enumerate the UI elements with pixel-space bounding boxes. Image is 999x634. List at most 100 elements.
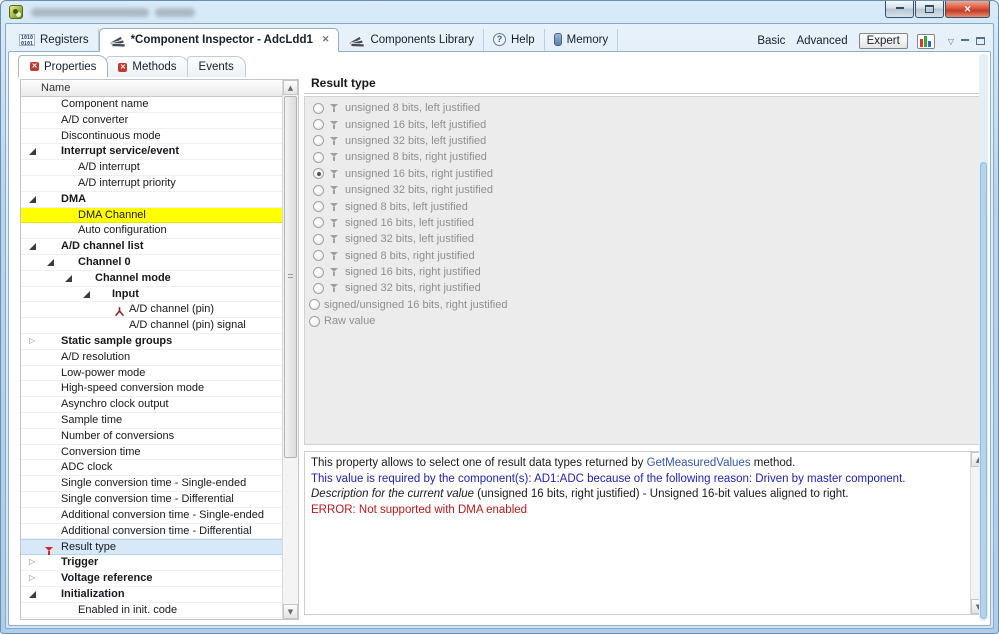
result-type-option[interactable]: Raw value	[305, 313, 986, 329]
tree-row-voltage-reference[interactable]: ▷ Voltage reference	[21, 570, 282, 587]
tree-row-sample-time[interactable]: Sample time	[21, 412, 282, 429]
tree-row-a-d-channel-pin-[interactable]: A/D channel (pin)	[21, 302, 282, 319]
result-type-option[interactable]: signed/unsigned 16 bits, right justified	[305, 297, 986, 313]
result-type-option[interactable]: signed 32 bits, right justified	[305, 280, 986, 296]
tree-row-single-conversion-time-single-ended[interactable]: Single conversion time - Single-ended	[21, 476, 282, 492]
tree-row-interrupt-service-event[interactable]: Interrupt service/event	[21, 144, 282, 161]
close-icon: ✕	[963, 3, 972, 14]
tree-row-low-power-mode[interactable]: Low-power mode	[21, 365, 282, 382]
tree-row-additional-conversion-time-single-ended[interactable]: Additional conversion time - Single-ende…	[21, 507, 282, 524]
method-link[interactable]: GetMeasuredValues	[647, 457, 751, 469]
tree-row-input[interactable]: Input	[21, 286, 282, 303]
radio-button[interactable]	[313, 168, 324, 180]
collapse-icon[interactable]	[29, 590, 36, 598]
scroll-up-icon[interactable]: ▲	[283, 80, 298, 95]
tree-row-dma-channel[interactable]: DMA Channel	[21, 207, 282, 224]
radio-button[interactable]	[313, 233, 324, 245]
view-tab--component-inspector-adcldd1[interactable]: *Component Inspector - AdcLdd1 ✕	[98, 28, 340, 52]
result-type-option[interactable]: signed 16 bits, right justified	[305, 264, 986, 280]
radio-button[interactable]	[313, 250, 324, 262]
radio-button[interactable]	[313, 102, 324, 114]
result-type-option[interactable]: unsigned 16 bits, left justified	[305, 116, 986, 132]
tree-row-channel-mode[interactable]: Channel mode	[21, 270, 282, 287]
radio-button[interactable]	[313, 282, 324, 294]
view-restore-icon[interactable]	[976, 37, 985, 45]
result-type-option[interactable]: unsigned 32 bits, right justified	[305, 182, 986, 198]
tree-row-a-d-channel-list[interactable]: A/D channel list	[21, 239, 282, 255]
tab-properties[interactable]: ✕ Properties	[18, 55, 109, 77]
tree-row-additional-conversion-time-differential[interactable]: Additional conversion time - Differentia…	[21, 523, 282, 540]
view-tab-memory[interactable]: Memory	[545, 29, 619, 51]
radio-button[interactable]	[313, 151, 324, 163]
collapse-icon[interactable]	[47, 258, 54, 266]
bar-chart-icon-button[interactable]	[916, 33, 935, 49]
tree-row-result-type[interactable]: Result type	[21, 539, 282, 556]
tree-row-single-conversion-time-differential[interactable]: Single conversion time - Differential	[21, 491, 282, 508]
result-type-option[interactable]: signed 32 bits, left justified	[305, 231, 986, 247]
result-type-option[interactable]: unsigned 8 bits, left justified	[305, 100, 986, 116]
title-bar[interactable]: ✕	[1, 1, 998, 23]
collapse-icon[interactable]	[83, 290, 90, 298]
expand-icon[interactable]: ▷	[29, 557, 35, 566]
view-tab-components-library[interactable]: Components Library	[339, 29, 484, 51]
result-type-option[interactable]: unsigned 32 bits, left justified	[305, 133, 986, 149]
result-type-option[interactable]: signed 8 bits, left justified	[305, 198, 986, 214]
view-mode-basic[interactable]: Basic	[757, 35, 785, 47]
tree-row-a-d-interrupt[interactable]: A/D interrupt	[21, 160, 282, 176]
tree-row-auto-configuration[interactable]: Auto configuration	[21, 223, 282, 240]
collapse-icon[interactable]	[29, 148, 36, 156]
radio-button[interactable]	[313, 266, 324, 278]
tree-row-conversion-time[interactable]: Conversion time	[21, 444, 282, 461]
tree-row-number-of-conversions[interactable]: Number of conversions	[21, 428, 282, 445]
view-mode-advanced[interactable]: Advanced	[796, 35, 847, 47]
tab-events[interactable]: Events	[186, 56, 246, 77]
editor-scrollbar-thumb[interactable]	[980, 162, 987, 619]
tree-row-channel-0[interactable]: Channel 0	[21, 254, 282, 271]
tree-row-dma[interactable]: DMA	[21, 191, 282, 208]
collapse-icon[interactable]	[29, 195, 36, 203]
tree-row-a-d-resolution[interactable]: A/D resolution	[21, 349, 282, 366]
tree-row-a-d-converter[interactable]: A/D converter	[21, 112, 282, 129]
tree-row-a-d-channel-pin-signal[interactable]: A/D channel (pin) signal	[21, 318, 282, 334]
radio-button[interactable]	[313, 217, 324, 229]
radio-button[interactable]	[309, 299, 320, 311]
radio-button[interactable]	[309, 315, 320, 327]
result-type-option[interactable]: unsigned 8 bits, right justified	[305, 149, 986, 165]
tree-scrollbar[interactable]: ▲ ▼	[282, 80, 298, 619]
window-minimize-button[interactable]	[885, 1, 914, 18]
editor-scrollbar[interactable]	[979, 54, 988, 621]
view-tab-help[interactable]: ? Help	[484, 29, 545, 51]
window-close-button[interactable]: ✕	[945, 1, 990, 18]
expand-icon[interactable]: ▷	[29, 573, 35, 582]
radio-button[interactable]	[313, 135, 324, 147]
tree-row-asynchro-clock-output[interactable]: Asynchro clock output	[21, 397, 282, 413]
expand-icon[interactable]: ▷	[29, 336, 35, 345]
tree-row-adc-clock[interactable]: ADC clock	[21, 460, 282, 477]
tree-label: Input	[112, 287, 139, 300]
result-type-option[interactable]: signed 8 bits, right justified	[305, 248, 986, 264]
result-type-option[interactable]: unsigned 16 bits, right justified	[305, 166, 986, 182]
tree-row-static-sample-groups[interactable]: ▷ Static sample groups	[21, 333, 282, 350]
collapse-icon[interactable]	[65, 274, 72, 282]
tree-row-trigger[interactable]: ▷ Trigger	[21, 555, 282, 571]
tree-row-high-speed-conversion-mode[interactable]: High-speed conversion mode	[21, 381, 282, 398]
tree-row-enabled-in-init-code[interactable]: Enabled in init. code	[21, 602, 282, 619]
collapse-icon[interactable]	[29, 243, 36, 251]
tree-row-component-name[interactable]: Component name	[21, 97, 282, 113]
tree-row-a-d-interrupt-priority[interactable]: A/D interrupt priority	[21, 175, 282, 192]
result-type-option[interactable]: signed 16 bits, left justified	[305, 215, 986, 231]
tab-methods[interactable]: ✕ Methods	[106, 56, 189, 77]
tree-row-initialization[interactable]: Initialization	[21, 586, 282, 603]
tab-close-icon[interactable]: ✕	[322, 34, 330, 45]
radio-button[interactable]	[313, 184, 324, 196]
view-menu-chevron-icon[interactable]: ▽	[948, 37, 954, 46]
view-mode-expert[interactable]: Expert	[858, 33, 908, 49]
scroll-down-icon[interactable]: ▼	[283, 604, 298, 619]
tree-row-discontinuous-mode[interactable]: Discontinuous mode	[21, 128, 282, 145]
tree-scrollbar-thumb[interactable]	[284, 96, 297, 458]
radio-button[interactable]	[313, 201, 324, 213]
window-maximize-button[interactable]	[915, 1, 944, 18]
radio-button[interactable]	[313, 119, 324, 131]
view-tab-registers[interactable]: 1010 0101 Registers	[10, 29, 99, 51]
view-minimize-icon[interactable]	[961, 37, 969, 41]
